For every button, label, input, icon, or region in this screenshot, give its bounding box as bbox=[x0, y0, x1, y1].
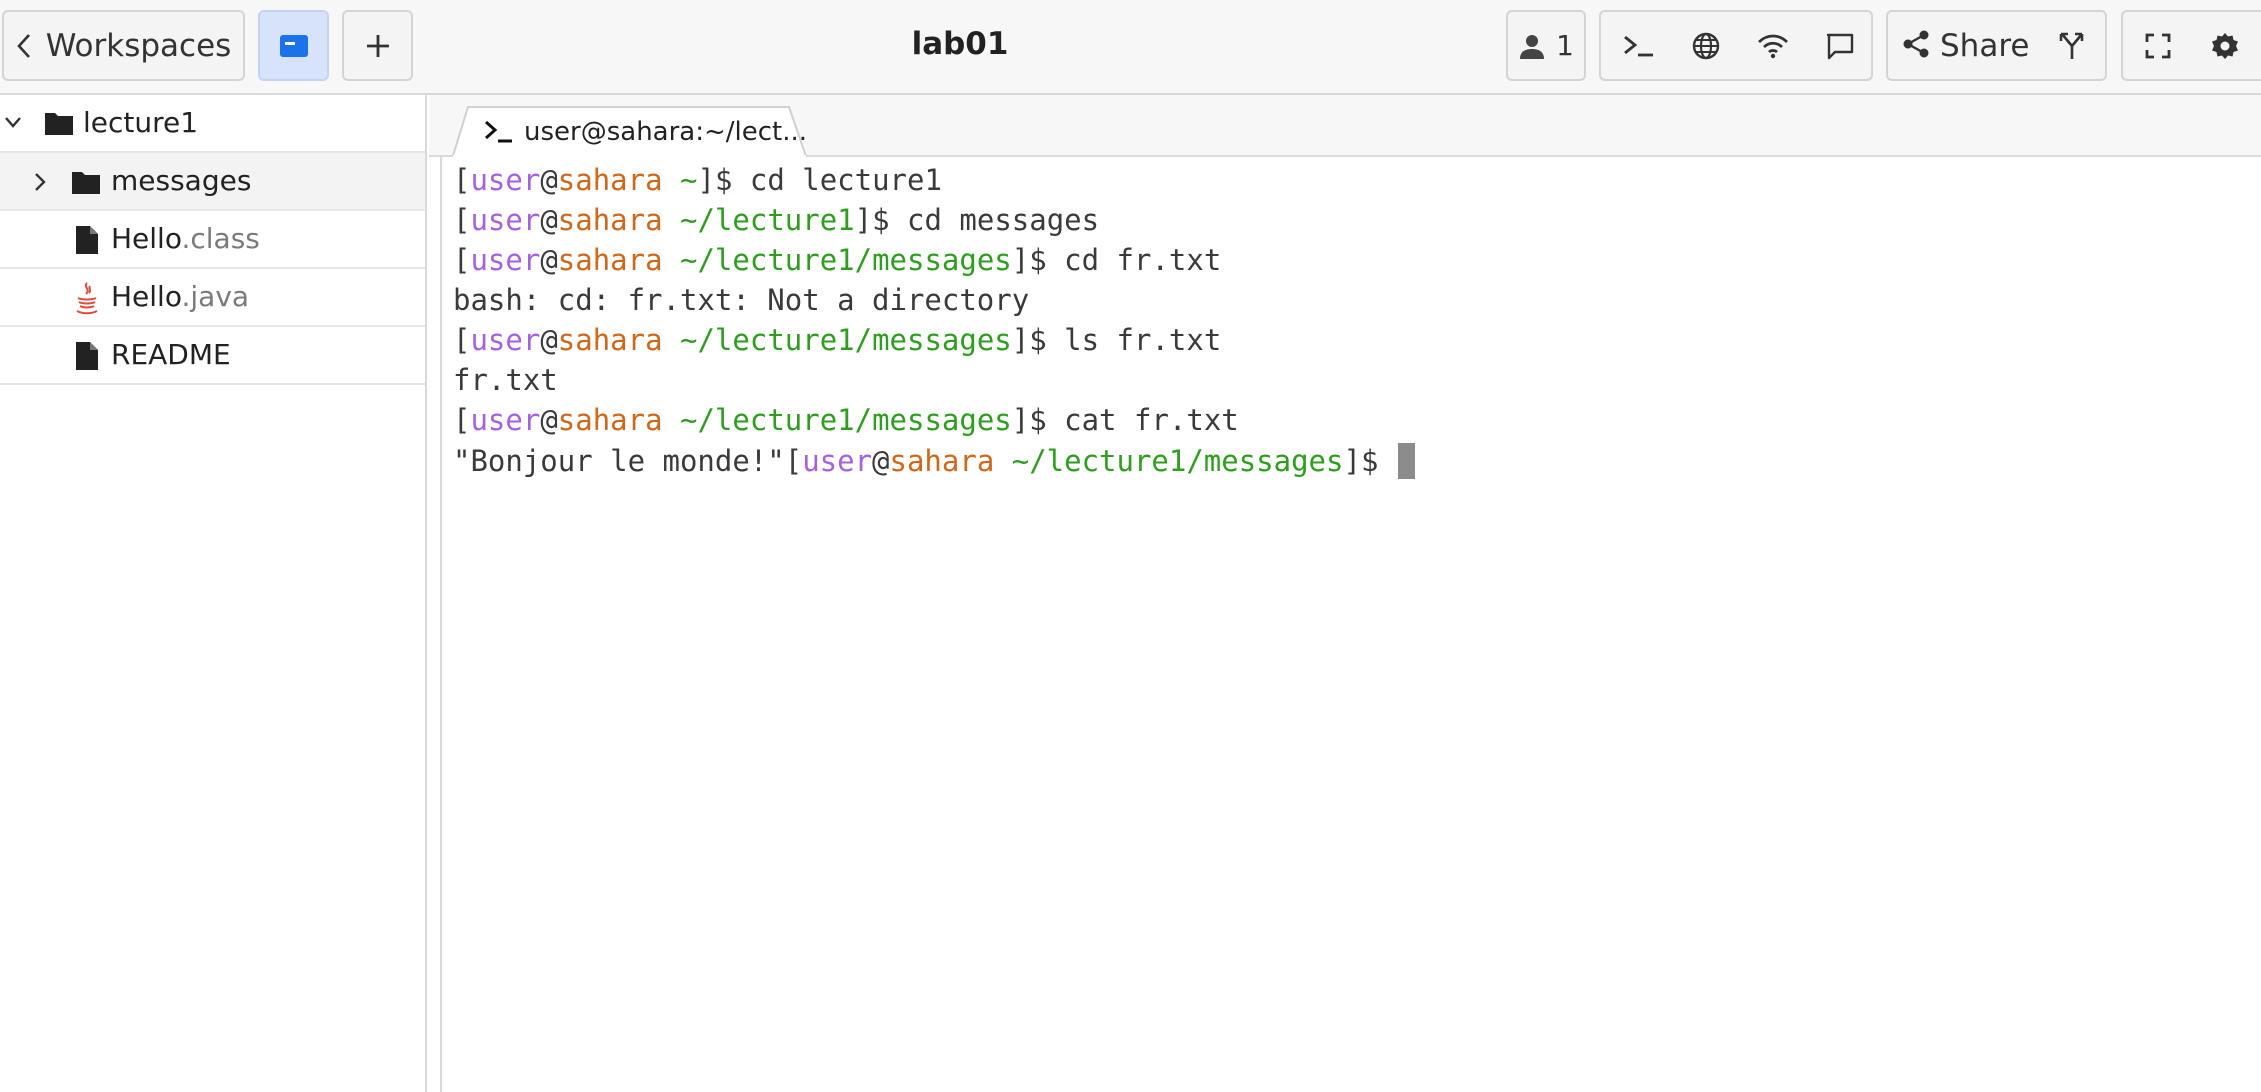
chevron-left-icon bbox=[16, 33, 32, 59]
chevron-right-icon[interactable] bbox=[33, 172, 47, 192]
terminal-icon bbox=[485, 120, 512, 143]
tools-group bbox=[1599, 10, 1873, 81]
terminal-line: bash: cd: fr.txt: Not a directory bbox=[453, 283, 1030, 317]
file-name: README bbox=[111, 338, 231, 371]
tree-item-messages[interactable]: messages bbox=[0, 153, 425, 211]
folder-icon bbox=[72, 172, 100, 194]
terminal-icon[interactable] bbox=[1609, 12, 1669, 79]
view-group bbox=[2121, 10, 2261, 81]
add-button[interactable] bbox=[342, 10, 413, 81]
file-icon bbox=[76, 226, 98, 254]
files-panel-toggle[interactable] bbox=[258, 10, 329, 81]
users-count: 1 bbox=[1556, 29, 1574, 62]
panel-icon bbox=[279, 33, 309, 59]
terminal-line: fr.txt bbox=[453, 363, 558, 397]
tree-item-hello-java[interactable]: Hello.java bbox=[0, 269, 425, 327]
java-icon bbox=[76, 282, 98, 315]
file-extension: .java bbox=[181, 280, 250, 313]
chevron-down-icon[interactable] bbox=[4, 115, 22, 129]
terminal-tab[interactable]: user@sahara:~/lect... bbox=[452, 105, 807, 159]
plus-icon bbox=[365, 33, 391, 59]
terminal-line: [user@sahara ~/lecture1]$ cd messages bbox=[453, 203, 1100, 237]
fullscreen-icon[interactable] bbox=[2128, 12, 2188, 79]
terminal-line: [user@sahara ~]$ cd lecture1 bbox=[453, 163, 942, 197]
fork-icon[interactable] bbox=[2042, 12, 2102, 79]
terminal-line: [user@sahara ~/lecture1/messages]$ cd fr… bbox=[453, 243, 1222, 277]
user-icon bbox=[1518, 32, 1546, 60]
terminal-tab-label: user@sahara:~/lect... bbox=[524, 117, 808, 147]
file-name: Hello bbox=[111, 280, 182, 313]
workspaces-label: Workspaces bbox=[45, 27, 232, 64]
gear-icon[interactable] bbox=[2195, 12, 2255, 79]
tree-item-root[interactable]: lecture1 bbox=[0, 95, 425, 153]
share-group: Share bbox=[1886, 10, 2107, 81]
users-button[interactable]: 1 bbox=[1506, 10, 1586, 81]
terminal-line: "Bonjour le monde!"[user@sahara ~/lectur… bbox=[453, 443, 1415, 483]
file-extension: .class bbox=[181, 222, 260, 255]
tree-item-label: messages bbox=[111, 164, 252, 197]
terminal-cursor bbox=[1397, 443, 1415, 479]
tree-item-hello-class[interactable]: Hello.class bbox=[0, 211, 425, 269]
tree-item-label: lecture1 bbox=[83, 106, 199, 139]
share-label: Share bbox=[1940, 27, 2030, 64]
file-icon bbox=[76, 342, 98, 370]
folder-icon bbox=[45, 113, 73, 135]
globe-icon[interactable] bbox=[1676, 12, 1736, 79]
workspaces-button[interactable]: Workspaces bbox=[2, 10, 245, 81]
page-title: lab01 bbox=[911, 26, 1009, 62]
file-explorer: lecture1 messages Hello.class Hello.java… bbox=[0, 95, 427, 1092]
share-icon bbox=[1902, 29, 1930, 63]
tree-item-readme[interactable]: README bbox=[0, 327, 425, 385]
top-bar: Workspaces lab01 1 Share bbox=[0, 0, 2261, 95]
share-button[interactable]: Share bbox=[1902, 12, 2042, 79]
chat-icon[interactable] bbox=[1810, 12, 1870, 79]
terminal-output[interactable]: [user@sahara ~]$ cd lecture1 [user@sahar… bbox=[440, 157, 2255, 1092]
terminal-line: [user@sahara ~/lecture1/messages]$ ls fr… bbox=[453, 323, 1222, 357]
wifi-icon[interactable] bbox=[1743, 12, 1803, 79]
file-name: Hello bbox=[111, 222, 182, 255]
terminal-line: [user@sahara ~/lecture1/messages]$ cat f… bbox=[453, 403, 1239, 437]
